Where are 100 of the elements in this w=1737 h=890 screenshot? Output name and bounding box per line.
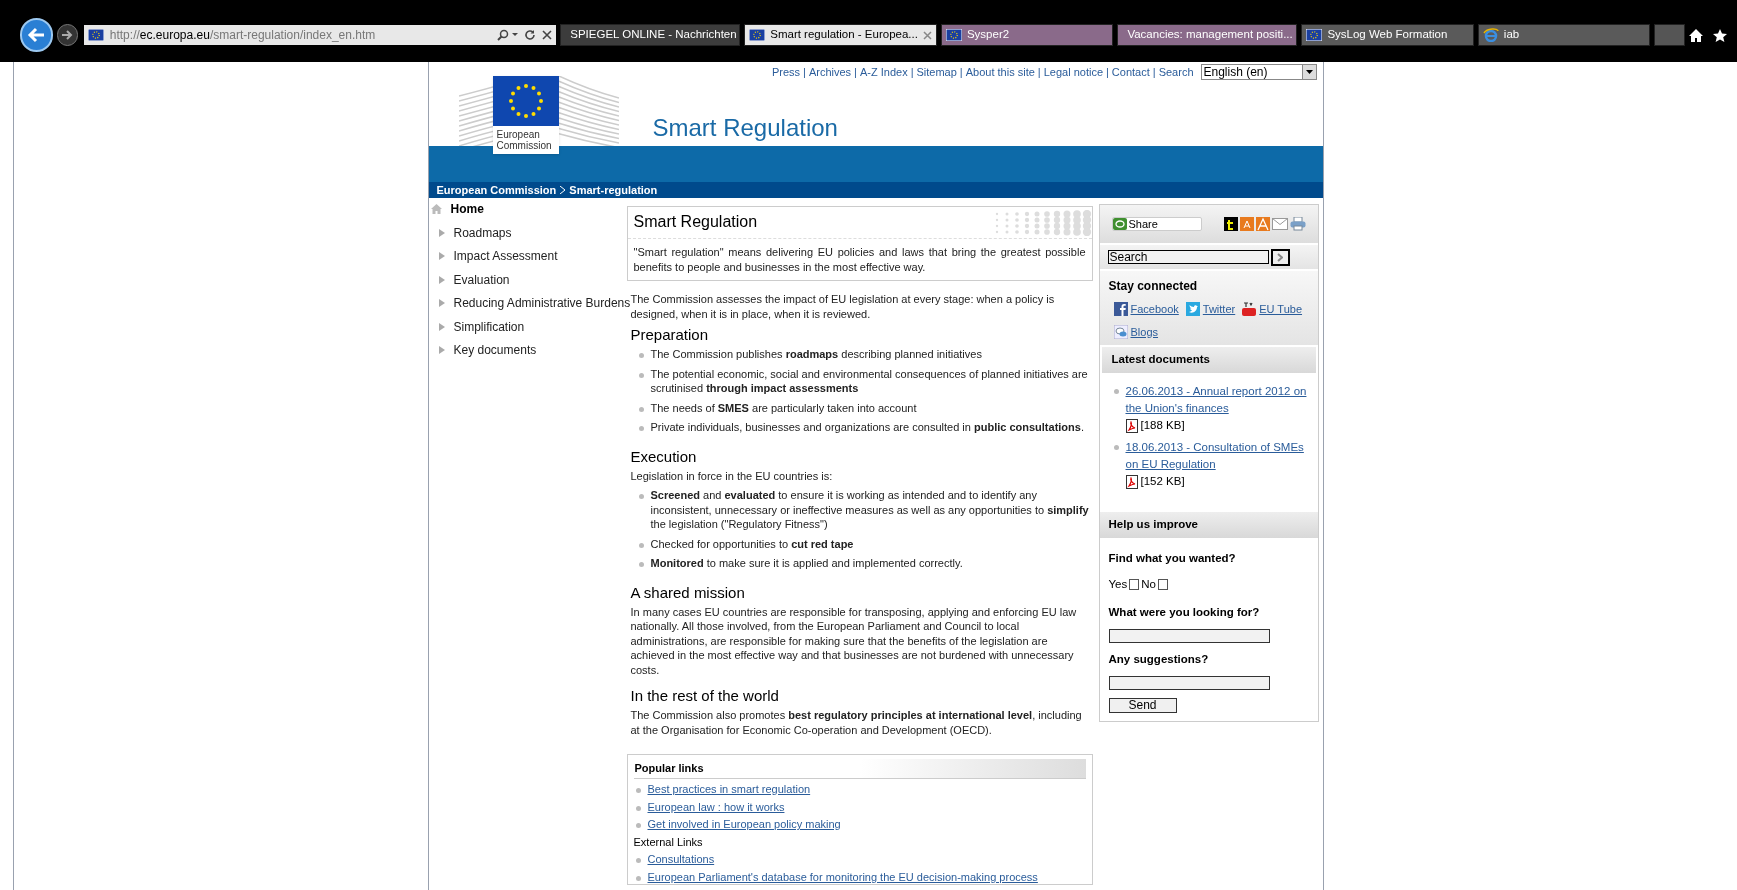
latest-documents-title: Latest documents: [1101, 347, 1316, 373]
field-label: What were you looking for?: [1108, 604, 1261, 620]
social-link[interactable]: Facebook: [1130, 301, 1179, 318]
dropdown-arrow-icon: [1305, 70, 1313, 75]
nav-item[interactable]: Impact Assessment: [430, 248, 627, 265]
browser-logo-icon: [1482, 28, 1499, 42]
pdf-file-icon: [1125, 418, 1138, 433]
breadcrumb-link[interactable]: European Commission: [436, 181, 557, 199]
nav-item[interactable]: Evaluation: [430, 271, 627, 288]
header-link[interactable]: Press: [771, 64, 801, 81]
nav-item[interactable]: Roadmaps: [430, 224, 627, 241]
bullet-icon: [638, 372, 644, 378]
browser-tab[interactable]: iab: [1477, 24, 1651, 46]
browser-tab[interactable]: Vacancies: management positi...: [1117, 24, 1298, 46]
triangle-icon: [438, 346, 445, 355]
header-link[interactable]: About this site: [965, 64, 1035, 81]
header-link[interactable]: Legal notice: [1043, 64, 1103, 81]
intro-text: "Smart regulation" means delivering EU policies and laws that bring the greatest possible benefits to people and businesses in the most effective way.: [632, 245, 1087, 275]
document-link[interactable]: 26.06.2013 - Annual report 2012 on the Union's finances: [1125, 383, 1312, 417]
header-link[interactable]: Archives: [808, 64, 852, 81]
print-icon: [1289, 217, 1306, 231]
browser-tab[interactable]: SysLog Web Formation: [1301, 24, 1474, 46]
forward-arrow-icon: [61, 30, 74, 40]
section-heading: Execution: [629, 447, 698, 466]
intro-title: Smart Regulation: [633, 215, 758, 230]
radio-button[interactable]: [1129, 579, 1140, 591]
bullet-icon: [638, 494, 644, 499]
triangle-icon: [438, 252, 445, 261]
social-link[interactable]: Twitter: [1202, 301, 1236, 318]
pdf-file-icon: [1125, 474, 1138, 489]
letter-t-icon: [1223, 217, 1238, 231]
popular-links-title: Popular links: [633, 759, 1086, 779]
text-field[interactable]: [1108, 628, 1270, 643]
site-title: Smart Regulation: [652, 113, 838, 143]
section-paragraph: In many cases EU countries are responsible for transposing, applying and enforcing EU law nationally. All those involved, from the European Parliament and Council to local administrations, are responsible for making sure that the benefits of the legislation are achieved in the most effective way and that businesses are not burdened with unnecessary costs.: [629, 604, 1078, 677]
social-link[interactable]: Blogs: [1130, 323, 1159, 340]
bullet-icon: [638, 426, 644, 431]
nav-item[interactable]: Simplification: [430, 318, 627, 335]
bullet-icon: [635, 858, 641, 863]
share-button[interactable]: Share: [1111, 217, 1202, 231]
send-button[interactable]: Send: [1108, 698, 1177, 713]
bullet-icon: [638, 353, 644, 358]
field-label: Any suggestions?: [1108, 651, 1210, 667]
bullet-icon: [635, 875, 641, 881]
list-item-text: Screened and evaluated to ensure it is working as intended and to identify any inconsistent, unnecessary or ineffective measures as well as any opportunities to simplify the legislation ("Regulatory Fitness"): [650, 488, 1090, 532]
link-separator: |: [1106, 65, 1109, 80]
bullet-icon: [635, 788, 641, 793]
triangle-icon: [438, 299, 445, 308]
address-url: http://ec.europa.eu/smart-regulation/index_en.htm: [109, 27, 377, 44]
help-title: Help us improve: [1099, 512, 1318, 538]
bullet-icon: [638, 406, 644, 412]
back-button[interactable]: [20, 18, 53, 52]
share-icon: [1112, 218, 1127, 230]
language-select[interactable]: English (en): [1200, 64, 1317, 81]
radio-button[interactable]: [1157, 579, 1168, 591]
header-link[interactable]: A-Z Index: [859, 64, 908, 81]
bullet-icon: [638, 562, 644, 567]
document-link[interactable]: 18.06.2013 - Consultation of SMEs on EU Regulation: [1125, 439, 1312, 473]
popular-link[interactable]: European law : how it works: [647, 799, 785, 814]
browser-tab[interactable]: Sysper2: [940, 24, 1114, 46]
popular-link[interactable]: Consultations: [647, 852, 715, 867]
form-question: Find what you wanted?: [1108, 551, 1237, 566]
browser-tab[interactable]: SPIEGEL ONLINE - Nachrichten: [560, 24, 741, 46]
bullet-icon: [1113, 445, 1119, 450]
nav-item[interactable]: Key documents: [430, 342, 627, 359]
bullet-icon: [635, 823, 641, 828]
browser-tab[interactable]: Smart regulation - Europea...: [744, 24, 937, 46]
breadcrumb-link[interactable]: Smart-regulation: [569, 181, 658, 199]
header-link[interactable]: Contact: [1111, 64, 1150, 81]
list-item-text: The Commission publishes roadmaps describing planned initiatives: [650, 347, 982, 362]
home-icon: [430, 204, 442, 215]
large-text-size-icon: [1255, 217, 1270, 231]
header-link[interactable]: Search: [1158, 64, 1194, 81]
search-field[interactable]: Search: [1107, 250, 1269, 264]
section-heading: A shared mission: [629, 583, 746, 602]
section-heading: In the rest of the world: [629, 687, 780, 705]
list-item-text: The potential economic, social and environmental consequences of planned initiatives are scrutinised through impact assessments: [650, 366, 1089, 396]
small-text-size-icon: [1239, 217, 1254, 231]
forward-button[interactable]: [56, 24, 78, 46]
text-field[interactable]: [1108, 676, 1270, 690]
popular-link[interactable]: European Parliament's database for monitoring the EU decision-making process: [647, 869, 1038, 884]
site-flag-icon: [1306, 29, 1323, 41]
bird-icon: [1185, 302, 1200, 317]
nav-item[interactable]: Home: [430, 201, 627, 218]
section-paragraph: The Commission also promotes best regulatory principles at international level, including at the Organisation for Economic Co-operation and Development (OECD).: [629, 708, 1083, 737]
bullet-icon: [635, 805, 641, 811]
list-item-text: The needs of SMES are particularly taken into account: [650, 400, 917, 415]
address-bar[interactable]: http://ec.europa.eu/smart-regulation/index_en.htm: [83, 25, 557, 45]
bullet-icon: [1113, 389, 1119, 394]
triangle-icon: [438, 275, 445, 284]
popular-link[interactable]: Best practices in smart regulation: [647, 782, 811, 797]
section-paragraph: Legislation in force in the EU countries is:: [629, 468, 834, 483]
chevron-icon: [1277, 252, 1283, 262]
social-link[interactable]: EU Tube: [1259, 301, 1303, 318]
chevron-icon: [560, 186, 566, 194]
header-link[interactable]: Sitemap: [916, 64, 957, 81]
search-submit-button[interactable]: [1270, 248, 1290, 266]
popular-link[interactable]: Get involved in European policy making: [647, 817, 841, 832]
bullet-icon: [638, 542, 644, 548]
search-icon: [496, 29, 519, 41]
